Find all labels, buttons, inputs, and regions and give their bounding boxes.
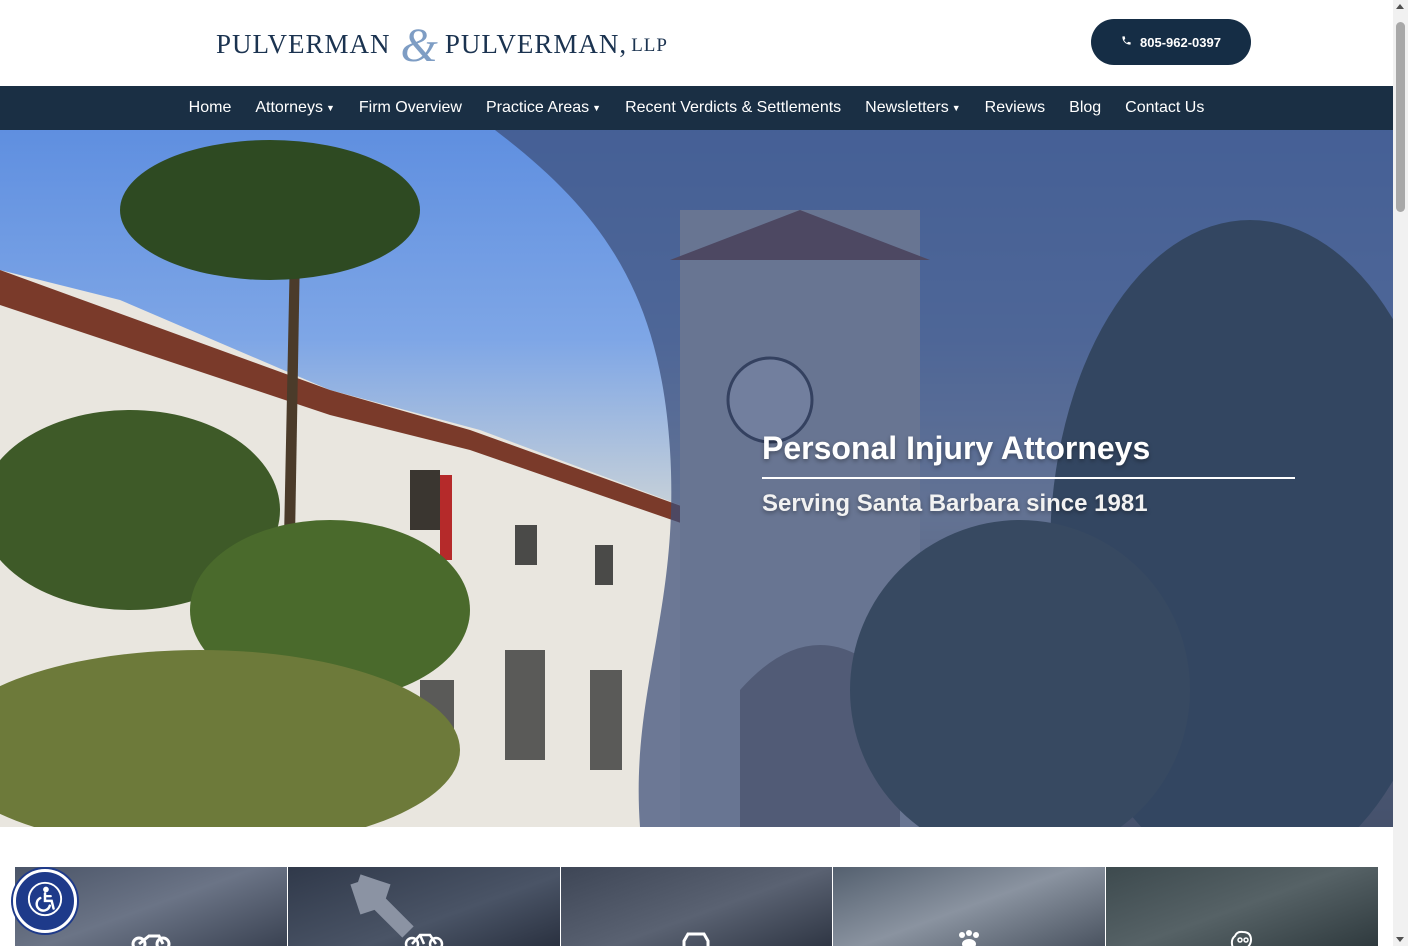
logo-ampersand: &	[400, 19, 439, 72]
hero-subtitle: Serving Santa Barbara since 1981	[762, 490, 1148, 517]
nav-item-label: Attorneys	[255, 99, 323, 116]
caret-down-icon: ▼	[325, 103, 335, 113]
scroll-down-arrow-icon[interactable]	[1396, 937, 1404, 942]
accessibility-button[interactable]	[13, 869, 77, 933]
page-scrollbar[interactable]	[1393, 0, 1408, 946]
hero-banner: Personal Injury Attorneys Serving Santa …	[0, 130, 1393, 827]
phone-icon	[1121, 35, 1132, 49]
nav-item-newsletters[interactable]: Newsletters ▼	[853, 99, 973, 117]
nav-item-attorneys[interactable]: Attorneys ▼	[243, 99, 347, 117]
practice-card-bicycle[interactable]	[287, 867, 560, 946]
hero-title: Personal Injury Attorneys	[762, 430, 1151, 466]
nav-item-blog[interactable]: Blog	[1057, 99, 1113, 117]
caret-down-icon: ▼	[592, 103, 602, 113]
nav-item-label: Newsletters	[865, 99, 949, 116]
bike-lane-arrow-graphic	[350, 874, 414, 938]
nav-item-practice-areas[interactable]: Practice Areas ▼	[474, 99, 613, 117]
caret-down-icon: ▼	[951, 103, 961, 113]
logo-word-1: PULVERMAN	[216, 28, 391, 59]
logo-suffix: LLP	[631, 35, 668, 56]
logo-word-2: PULVERMAN,	[444, 28, 628, 59]
nav-item-home[interactable]: Home	[177, 99, 244, 117]
firm-logo[interactable]: PULVERMAN & PULVERMAN, LLP	[216, 22, 668, 70]
practice-area-cards	[15, 867, 1378, 946]
accessibility-icon	[26, 880, 64, 923]
practice-card-car[interactable]	[560, 867, 833, 946]
practice-card-brain-injury[interactable]	[1106, 867, 1378, 946]
practice-card-dog-bite[interactable]	[833, 867, 1106, 946]
hero-divider	[762, 477, 1295, 479]
nav-item-label: Recent Verdicts & Settlements	[625, 99, 842, 116]
scrollbar-thumb[interactable]	[1396, 22, 1405, 212]
main-navigation: Home Attorneys ▼ Firm Overview Practice Area…	[0, 86, 1393, 130]
phone-number: 805-962-0397	[1140, 34, 1221, 50]
site-header: PULVERMAN & PULVERMAN, LLP 805-962-0397	[0, 0, 1393, 86]
nav-item-label: Firm Overview	[358, 99, 462, 116]
paw-icon	[954, 926, 984, 946]
nav-item-firm-overview[interactable]: Firm Overview	[347, 99, 474, 117]
brain-icon	[1227, 926, 1257, 946]
nav-item-label: Reviews	[984, 99, 1046, 116]
phone-button[interactable]: 805-962-0397	[1091, 19, 1251, 65]
nav-item-label: Practice Areas	[485, 99, 590, 116]
nav-item-label: Home	[188, 99, 232, 116]
nav-item-contact-us[interactable]: Contact Us	[1113, 99, 1216, 117]
motorcycle-icon	[131, 926, 171, 946]
car-icon	[680, 926, 712, 946]
nav-item-label: Blog	[1069, 99, 1102, 116]
scroll-up-arrow-icon[interactable]	[1396, 4, 1404, 9]
nav-item-reviews[interactable]: Reviews	[973, 99, 1057, 117]
nav-item-recent-verdicts-settlements[interactable]: Recent Verdicts & Settlements	[613, 99, 853, 117]
nav-item-label: Contact Us	[1125, 99, 1205, 116]
